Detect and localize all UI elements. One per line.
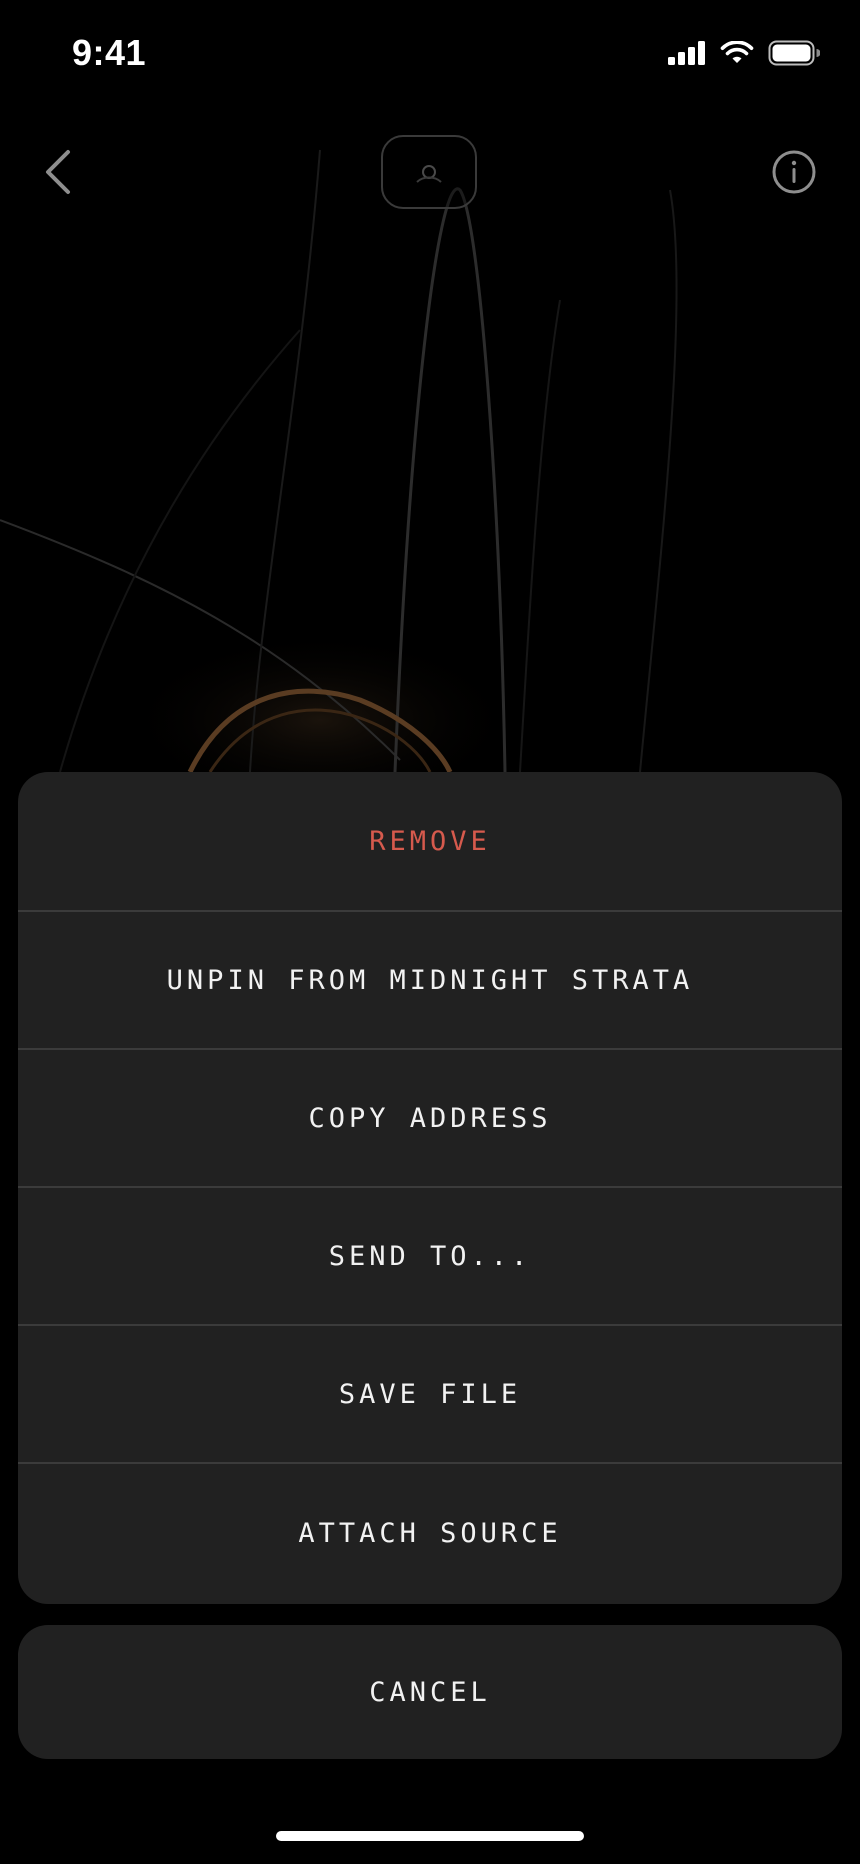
cancel-button[interactable]: CANCEL [18, 1625, 842, 1759]
media-thumbnail-button[interactable] [381, 135, 477, 209]
status-icons [668, 40, 820, 66]
back-button[interactable] [40, 142, 76, 202]
cellular-signal-icon [668, 41, 705, 65]
info-button[interactable] [772, 150, 816, 194]
status-time: 9:41 [72, 32, 147, 73]
copy-address-button[interactable]: COPY ADDRESS [18, 1050, 842, 1188]
action-sheet: REMOVE UNPIN FROM MIDNIGHT STRATA COPY A… [18, 772, 842, 1604]
battery-icon [768, 40, 820, 66]
wifi-icon [720, 41, 754, 63]
send-to-button[interactable]: SEND TO... [18, 1188, 842, 1326]
status-bar: 9:41 [0, 0, 860, 110]
unpin-button[interactable]: UNPIN FROM MIDNIGHT STRATA [18, 912, 842, 1050]
media-thumbnail-icon [416, 165, 442, 183]
remove-button[interactable]: REMOVE [18, 772, 842, 912]
save-file-button[interactable]: SAVE FILE [18, 1326, 842, 1464]
chevron-left-icon [46, 150, 70, 194]
attach-source-button[interactable]: ATTACH SOURCE [18, 1464, 842, 1602]
home-indicator[interactable] [276, 1831, 584, 1841]
info-icon [772, 150, 816, 194]
